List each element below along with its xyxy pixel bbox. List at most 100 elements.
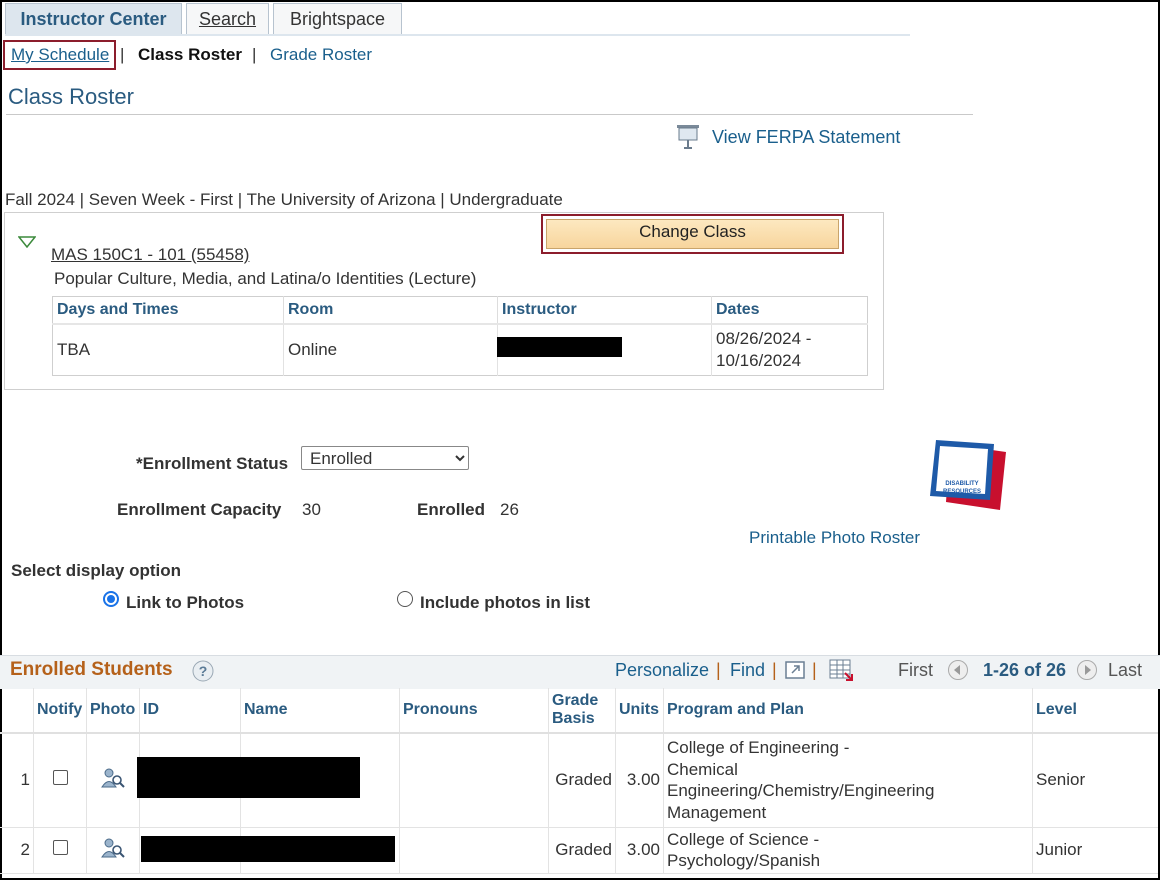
dates-start: 08/26/2024 - (716, 329, 812, 348)
row-number: 2 (0, 827, 34, 874)
meeting-table: Days and Times Room Instructor Dates TBA… (52, 296, 868, 376)
grade-basis-cell: Graded (548, 733, 616, 828)
days-times-value: TBA (52, 324, 284, 376)
col-units: Units (615, 688, 664, 734)
class-description: Popular Culture, Media, and Latina/o Ide… (54, 269, 477, 288)
term-info: Fall 2024 | Seven Week - First | The Uni… (5, 190, 563, 209)
pronouns-cell (399, 827, 549, 874)
col-id: ID (139, 688, 241, 734)
units-cell: 3.00 (615, 827, 664, 874)
col-program-plan: Program and Plan (663, 688, 1033, 734)
enrollment-capacity-label: Enrollment Capacity (117, 500, 282, 519)
enrollment-status-label: *Enrollment Status (136, 454, 289, 473)
photo-lookup-icon[interactable] (101, 766, 125, 790)
class-roster-current: Class Roster (138, 45, 242, 64)
col-dates: Dates (711, 296, 868, 325)
help-icon[interactable]: ? (192, 660, 214, 682)
change-class-button[interactable]: Change Class (546, 219, 839, 249)
level-cell: Senior (1032, 733, 1158, 828)
program-line: College of Science - (667, 829, 820, 849)
enrollment-capacity-value: 30 (302, 500, 321, 519)
units-cell: 3.00 (615, 733, 664, 828)
col-grade-basis: Grade Basis (548, 688, 616, 734)
redacted-student-2 (141, 836, 395, 862)
enrolled-label: Enrolled (417, 500, 486, 519)
program-line: Engineering/Chemistry/Engineering (667, 781, 935, 801)
col-room: Room (283, 296, 498, 325)
include-photos-label[interactable]: Include photos in list (420, 593, 590, 613)
printable-photo-roster-link[interactable]: Printable Photo Roster (749, 528, 920, 548)
program-cell: College of Science - Psychology/Spanish (663, 827, 1033, 874)
col-instructor: Instructor (497, 296, 712, 325)
view-ferpa-link[interactable]: View FERPA Statement (712, 127, 900, 148)
room-value: Online (283, 324, 498, 376)
col-photo: Photo (86, 688, 140, 734)
photo-cell (86, 827, 140, 874)
first-label: First (898, 660, 933, 680)
photo-cell (86, 733, 140, 828)
tab-instructor-center[interactable]: Instructor Center (5, 3, 182, 35)
class-code-link[interactable]: MAS 150C1 - 101 (55458) (51, 245, 249, 265)
subnav-separator: | (120, 45, 125, 64)
col-pronouns: Pronouns (399, 688, 549, 734)
title-divider (6, 114, 973, 115)
redacted-student-1 (137, 757, 360, 798)
svg-text:?: ? (199, 663, 208, 679)
tab-search[interactable]: Search (186, 3, 269, 35)
col-days-times: Days and Times (52, 296, 284, 325)
program-cell: College of Engineering - Chemical Engine… (663, 733, 1033, 828)
enrolled-value: 26 (500, 500, 519, 519)
next-page-icon[interactable] (1077, 660, 1097, 680)
link-to-photos-radio[interactable] (103, 591, 119, 607)
photo-lookup-icon[interactable] (101, 836, 125, 860)
row-number: 1 (0, 733, 34, 828)
program-line: Chemical (667, 759, 738, 779)
download-spreadsheet-icon[interactable] (828, 658, 854, 682)
grid-separator: | (812, 660, 817, 680)
link-to-photos-label[interactable]: Link to Photos (126, 593, 244, 613)
enrolled-students-title: Enrolled Students (10, 659, 173, 680)
last-label: Last (1108, 660, 1143, 680)
col-level: Level (1032, 688, 1158, 734)
change-class-highlight: Change Class (541, 214, 844, 254)
grid-separator: | (716, 660, 721, 680)
personalize-link[interactable]: Personalize (615, 660, 709, 681)
include-photos-radio[interactable] (397, 591, 413, 607)
dates-end: 10/16/2024 (716, 351, 802, 370)
level-cell: Junior (1032, 827, 1158, 874)
grid-separator: | (772, 660, 777, 680)
my-schedule-link[interactable]: My Schedule (11, 40, 109, 70)
page-title: Class Roster (8, 84, 134, 109)
redacted-instructor (497, 337, 622, 357)
previous-page-icon[interactable] (948, 660, 968, 680)
notify-cell (33, 827, 87, 874)
dates-value: 08/26/2024 - 10/16/2024 (712, 324, 868, 376)
col-rownum (0, 688, 34, 734)
tab-brightspace[interactable]: Brightspace (273, 3, 402, 35)
page-range: 1-26 of 26 (983, 660, 1067, 680)
grade-basis-cell: Graded (548, 827, 616, 874)
subnav-separator: | (252, 45, 257, 64)
program-line: Psychology/Spanish (667, 851, 821, 870)
presentation-icon[interactable] (676, 124, 700, 150)
col-notify: Notify (33, 688, 87, 734)
radio-dot (107, 595, 115, 603)
svg-text:RESOURCES: RESOURCES (943, 489, 981, 495)
notify-checkbox[interactable] (52, 840, 68, 855)
find-link[interactable]: Find (730, 660, 765, 681)
enrollment-status-select[interactable]: Enrolled (301, 446, 469, 470)
program-line: College of Engineering - (667, 738, 850, 758)
notify-cell (33, 733, 87, 828)
tab-search-label: Search (198, 9, 257, 29)
disability-resources-logo[interactable]: DISABILITY RESOURCES (928, 438, 1008, 513)
svg-text:DISABILITY: DISABILITY (945, 481, 978, 487)
tab-underline (5, 34, 910, 36)
col-name: Name (240, 688, 400, 734)
view-all-icon[interactable] (784, 659, 806, 681)
collapse-triangle-icon[interactable] (17, 235, 37, 249)
display-option-label: Select display option (11, 561, 182, 580)
pronouns-cell (399, 733, 549, 828)
notify-checkbox[interactable] (52, 770, 68, 786)
grade-roster-link[interactable]: Grade Roster (270, 40, 372, 70)
program-line: Management (667, 802, 767, 822)
